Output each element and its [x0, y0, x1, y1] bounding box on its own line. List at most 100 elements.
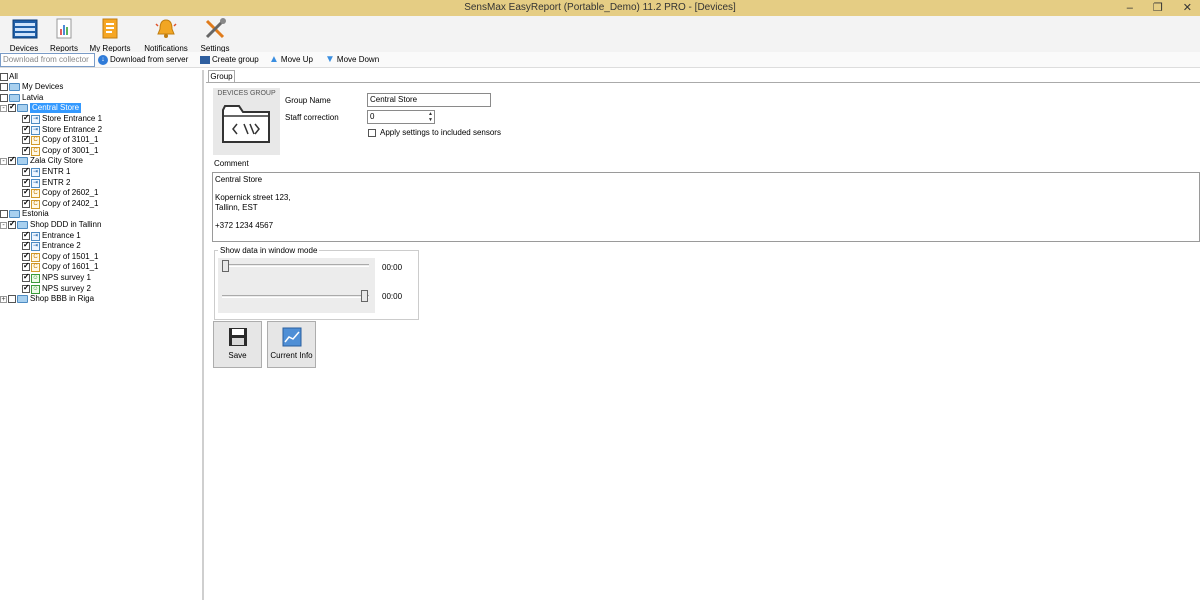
- apply-settings-checkbox[interactable]: Apply settings to included sensors: [368, 128, 501, 137]
- download-from-server-button[interactable]: ↓ Download from server: [98, 54, 188, 66]
- my-reports-icon: [98, 18, 122, 40]
- checkbox[interactable]: [8, 295, 16, 303]
- folder-icon: [9, 94, 20, 102]
- checkbox[interactable]: [22, 272, 30, 282]
- comment-textarea[interactable]: Central Store Kopernick street 123, Tall…: [212, 172, 1200, 242]
- checkbox[interactable]: [22, 283, 30, 293]
- start-time-slider[interactable]: [222, 260, 229, 272]
- tree-item-latvia[interactable]: Latvia: [0, 93, 43, 103]
- device-tree: All My Devices Latvia -Central Store ⇥St…: [0, 70, 204, 600]
- tree-item-estonia[interactable]: Estonia: [0, 209, 49, 219]
- devices-icon: [12, 18, 38, 40]
- checkbox[interactable]: [22, 113, 30, 123]
- floppy-icon: [228, 327, 248, 347]
- chart-icon: [282, 327, 302, 347]
- notifications-button[interactable]: Notifications: [141, 18, 191, 53]
- collapse-toggle[interactable]: -: [0, 221, 7, 229]
- window-controls: – ❐ ✕: [1127, 0, 1192, 16]
- tree-item-copy-2602[interactable]: CCopy of 2602_1: [22, 187, 99, 198]
- expand-toggle[interactable]: +: [0, 295, 7, 303]
- checkbox[interactable]: [22, 261, 30, 271]
- group-panel: [206, 82, 1200, 600]
- checkbox[interactable]: [22, 198, 30, 208]
- create-group-icon: [200, 56, 210, 64]
- tree-item-copy-3101[interactable]: CCopy of 3101_1: [22, 134, 99, 145]
- staff-correction-stepper[interactable]: 0 ▲ ▼: [367, 110, 435, 124]
- checkbox[interactable]: [0, 83, 8, 91]
- end-time-track: [222, 295, 369, 298]
- tree-item-store-entrance-1[interactable]: ⇥Store Entrance 1: [22, 113, 102, 124]
- checkbox[interactable]: [8, 155, 16, 165]
- settings-button[interactable]: Settings: [199, 18, 231, 53]
- collapse-toggle[interactable]: -: [0, 104, 7, 112]
- copy-sensor-icon: C: [31, 146, 40, 156]
- tree-item-copy-1501[interactable]: CCopy of 1501_1: [22, 251, 99, 262]
- tree-item-zala-city-store[interactable]: -Zala City Store: [0, 155, 83, 166]
- tree-item-entr-1[interactable]: ⇥ENTR 1: [22, 166, 70, 177]
- create-group-button[interactable]: Create group: [200, 54, 259, 66]
- tree-item-shop-ddd[interactable]: -Shop DDD in Tallinn: [0, 219, 101, 230]
- end-time-value: 00:00: [382, 292, 403, 301]
- group-name-input[interactable]: Central Store: [367, 93, 491, 107]
- tree-item-entrance-1[interactable]: ⇥Entrance 1: [22, 230, 81, 241]
- checkbox[interactable]: [22, 177, 30, 187]
- checkbox[interactable]: [22, 240, 30, 250]
- move-down-button[interactable]: ▼ Move Down: [325, 54, 379, 66]
- copy-sensor-icon: C: [31, 252, 40, 262]
- checkbox[interactable]: [22, 134, 30, 144]
- devices-button[interactable]: Devices: [8, 18, 40, 53]
- end-time-slider[interactable]: [361, 290, 368, 302]
- checkbox[interactable]: [22, 166, 30, 176]
- copy-sensor-icon: C: [31, 188, 40, 198]
- checkbox[interactable]: [22, 230, 30, 240]
- move-up-button[interactable]: ▲ Move Up: [269, 54, 313, 66]
- checkbox[interactable]: [22, 187, 30, 197]
- title-bar: SensMax EasyReport (Portable_Demo) 11.2 …: [0, 0, 1200, 16]
- tree-item-my-devices[interactable]: My Devices: [0, 82, 63, 92]
- tree-item-store-entrance-2[interactable]: ⇥Store Entrance 2: [22, 124, 102, 135]
- maximize-button[interactable]: ❐: [1153, 0, 1163, 16]
- tree-item-shop-bbb[interactable]: + Shop BBB in Riga: [0, 294, 94, 304]
- bell-icon: [154, 18, 178, 40]
- copy-sensor-icon: C: [31, 262, 40, 272]
- checkbox[interactable]: [0, 210, 8, 218]
- sensor-icon: ⇥: [31, 178, 40, 188]
- checkbox[interactable]: [22, 251, 30, 261]
- checkbox[interactable]: [8, 219, 16, 229]
- tree-item-nps-survey-1[interactable]: ☺NPS survey 1: [22, 272, 91, 283]
- tree-item-all[interactable]: All: [0, 72, 18, 82]
- checkbox[interactable]: [368, 128, 376, 137]
- sensor-icon: ⇥: [31, 231, 40, 241]
- survey-icon: ☺: [31, 273, 40, 283]
- tree-item-central-store[interactable]: -Central Store: [0, 102, 82, 113]
- minimize-button[interactable]: –: [1127, 0, 1133, 16]
- save-button[interactable]: Save: [213, 321, 262, 368]
- checkbox[interactable]: [8, 102, 16, 112]
- arrow-up-icon: ▲: [269, 54, 279, 65]
- current-info-button[interactable]: Current Info: [267, 321, 316, 368]
- download-from-collector-input[interactable]: Download from collector: [0, 53, 95, 67]
- checkbox[interactable]: [0, 94, 8, 102]
- spin-arrows-icon[interactable]: ▲ ▼: [428, 111, 433, 123]
- checkbox[interactable]: [22, 145, 30, 155]
- reports-icon: [52, 18, 76, 40]
- folder-icon: [17, 221, 28, 229]
- checkbox[interactable]: [22, 124, 30, 134]
- my-reports-button[interactable]: My Reports: [88, 18, 132, 53]
- reports-button[interactable]: Reports: [48, 18, 80, 53]
- tree-item-copy-1601[interactable]: CCopy of 1601_1: [22, 261, 99, 272]
- folder-icon: [17, 157, 28, 165]
- sensor-icon: ⇥: [31, 167, 40, 177]
- tree-item-entrance-2[interactable]: ⇥Entrance 2: [22, 240, 81, 251]
- tree-item-nps-survey-2[interactable]: ☺NPS survey 2: [22, 283, 91, 294]
- close-button[interactable]: ✕: [1183, 0, 1192, 16]
- copy-sensor-icon: C: [31, 135, 40, 145]
- tree-item-copy-2402[interactable]: CCopy of 2402_1: [22, 198, 99, 209]
- checkbox[interactable]: [0, 73, 8, 81]
- window-title: SensMax EasyReport (Portable_Demo) 11.2 …: [464, 2, 736, 13]
- collapse-toggle[interactable]: -: [0, 157, 7, 165]
- comment-label: Comment: [214, 159, 249, 168]
- tree-item-copy-3001[interactable]: CCopy of 3001_1: [22, 145, 99, 156]
- sensor-icon: ⇥: [31, 114, 40, 124]
- folder-icon: [17, 295, 28, 303]
